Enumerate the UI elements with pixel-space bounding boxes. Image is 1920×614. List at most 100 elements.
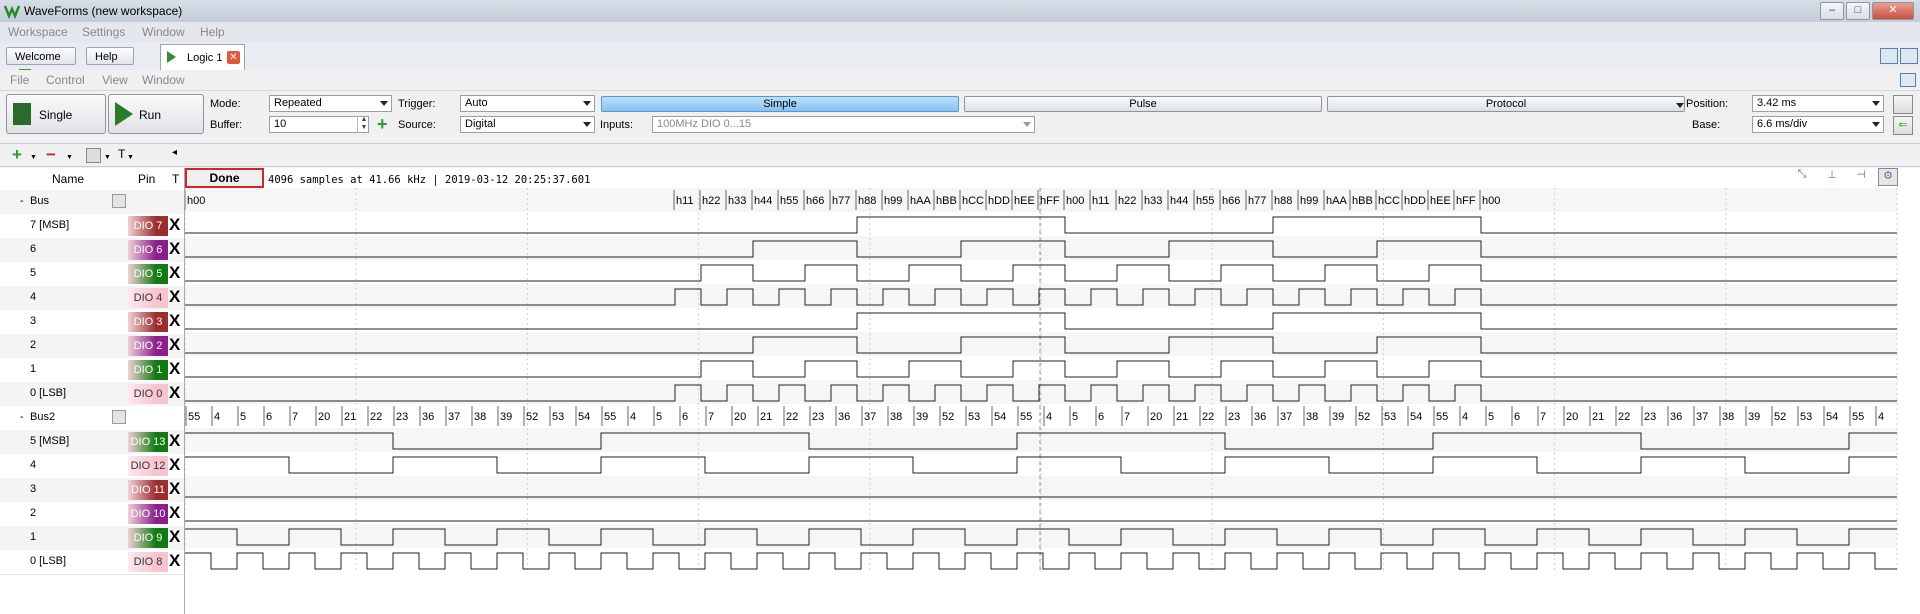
trigger-condition-x[interactable]: X bbox=[169, 527, 180, 547]
position-select[interactable]: 3.42 ms bbox=[1752, 95, 1884, 112]
measure-tool-icon[interactable]: ⊣ bbox=[1852, 168, 1870, 184]
menu-control[interactable]: Control bbox=[46, 73, 85, 87]
trigger-condition-x[interactable]: X bbox=[169, 239, 180, 259]
pin-badge: DIO 3 bbox=[128, 312, 168, 332]
bus2-value: 38 bbox=[890, 411, 902, 423]
channel-name: 2 bbox=[30, 339, 37, 351]
trigger-menu-icon[interactable]: T bbox=[118, 147, 125, 161]
menu-window[interactable]: Window bbox=[142, 25, 185, 39]
close-tab-icon[interactable]: ✕ bbox=[227, 51, 240, 64]
trigger-condition-x[interactable]: X bbox=[169, 383, 180, 403]
channel-name: 6 bbox=[30, 243, 37, 255]
tab-help[interactable]: Help bbox=[86, 47, 134, 65]
trigger-condition-x[interactable]: X bbox=[169, 335, 180, 355]
trigger-pulse-button[interactable]: Pulse bbox=[964, 96, 1322, 112]
menu-settings[interactable]: Settings bbox=[82, 25, 125, 39]
single-button[interactable]: Single bbox=[6, 94, 106, 134]
chevron-down-icon bbox=[583, 122, 591, 127]
bus2-value: 55 bbox=[604, 411, 616, 423]
menu-workspace[interactable]: Workspace bbox=[8, 25, 68, 39]
base-zoom-icon[interactable]: ⇐ bbox=[1893, 116, 1913, 135]
bus-collapse-toggle[interactable]: - bbox=[20, 411, 24, 423]
trigger-condition-x[interactable]: X bbox=[169, 311, 180, 331]
buffer-input[interactable]: 10 bbox=[269, 116, 369, 133]
add-buffer-icon[interactable]: + bbox=[377, 115, 388, 133]
bus-name: Bus2 bbox=[30, 411, 56, 423]
trigger-condition-x[interactable]: X bbox=[169, 551, 180, 571]
bus1-value: h11 bbox=[676, 195, 694, 207]
trigger-select[interactable]: Auto bbox=[460, 95, 595, 112]
pin-badge: DIO 10 bbox=[128, 504, 168, 524]
undock-icon[interactable] bbox=[1900, 73, 1916, 87]
bus1-value: hDD bbox=[988, 195, 1010, 207]
waveform-settings-icon[interactable]: ⚙ bbox=[1878, 168, 1898, 186]
trigger-condition-x[interactable]: X bbox=[169, 503, 180, 523]
position-reset-icon[interactable] bbox=[1893, 95, 1913, 114]
close-button[interactable]: ✕ bbox=[1872, 2, 1914, 20]
bus1-value: h11 bbox=[1092, 195, 1110, 207]
cursor-tool-icon[interactable]: ⤡ bbox=[1793, 168, 1811, 184]
bus1-value: hEE bbox=[1014, 195, 1035, 207]
maximize-button[interactable]: □ bbox=[1846, 2, 1870, 20]
bus1-value: h44 bbox=[754, 195, 772, 207]
scroll-left-icon[interactable]: ◂ bbox=[172, 147, 177, 158]
bus2-value: 38 bbox=[1722, 411, 1734, 423]
trigger-simple-button[interactable]: Simple bbox=[601, 96, 959, 112]
bus2-value: 4 bbox=[630, 411, 636, 423]
pin-badge: DIO 8 bbox=[128, 552, 168, 572]
bus2-value: 39 bbox=[1748, 411, 1760, 423]
menu-view[interactable]: View bbox=[102, 73, 128, 87]
trigger-condition-x[interactable]: X bbox=[169, 287, 180, 307]
remove-channel-icon[interactable]: − bbox=[46, 145, 56, 165]
channel-name: 4 bbox=[30, 291, 37, 303]
bus2-value: 20 bbox=[734, 411, 746, 423]
window-title: WaveForms (new workspace) bbox=[24, 4, 183, 18]
signal-row[interactable] bbox=[0, 190, 184, 215]
channel-name: 3 bbox=[30, 315, 37, 327]
buffer-spinner[interactable]: ▲ ▼ bbox=[357, 116, 370, 133]
restore-view-icon[interactable] bbox=[1880, 48, 1898, 64]
source-value: Digital bbox=[465, 118, 496, 130]
tab-welcome[interactable]: Welcome + bbox=[6, 47, 76, 81]
tab-logic-1[interactable]: Logic 1 ✕ bbox=[160, 44, 245, 70]
trigger-condition-x[interactable]: X bbox=[169, 263, 180, 283]
run-button[interactable]: Run bbox=[108, 94, 204, 134]
base-select[interactable]: 6.6 ms/div bbox=[1752, 116, 1884, 133]
bus2-value: 38 bbox=[1306, 411, 1318, 423]
bus-collapse-toggle[interactable]: - bbox=[20, 195, 24, 207]
pin-badge: DIO 7 bbox=[128, 216, 168, 236]
bus2-value: 5 bbox=[1072, 411, 1078, 423]
trigger-protocol-button[interactable]: Protocol bbox=[1327, 96, 1685, 112]
bus-settings-icon[interactable] bbox=[112, 194, 126, 208]
bus2-value: 4 bbox=[1462, 411, 1468, 423]
mode-select[interactable]: Repeated bbox=[269, 95, 392, 112]
buffer-value: 10 bbox=[274, 118, 287, 130]
mode-label: Mode: bbox=[210, 98, 241, 110]
signal-row[interactable] bbox=[0, 406, 184, 431]
menu-window-2[interactable]: Window bbox=[142, 73, 185, 87]
play-icon bbox=[167, 51, 176, 63]
bus-settings-icon[interactable] bbox=[112, 410, 126, 424]
channel-name: 0 [LSB] bbox=[30, 387, 67, 399]
column-pin-header: Pin bbox=[138, 172, 156, 186]
trigger-condition-x[interactable]: X bbox=[169, 359, 180, 379]
bus2-value: 21 bbox=[1176, 411, 1188, 423]
minimize-button[interactable]: – bbox=[1820, 2, 1844, 20]
zoom-tool-icon[interactable]: ⊥ bbox=[1823, 168, 1841, 184]
inputs-select[interactable]: 100MHz DIO 0...15 bbox=[652, 116, 1035, 133]
bus2-value: 53 bbox=[552, 411, 564, 423]
add-channel-icon[interactable]: + bbox=[12, 145, 22, 165]
trigger-condition-x[interactable]: X bbox=[169, 431, 180, 451]
trigger-protocol-label: Protocol bbox=[1485, 98, 1527, 110]
detach-view-icon[interactable] bbox=[1900, 48, 1918, 64]
pin-badge: DIO 1 bbox=[128, 360, 168, 380]
trigger-condition-x[interactable]: X bbox=[169, 479, 180, 499]
menu-file[interactable]: File bbox=[10, 73, 29, 87]
trigger-condition-x[interactable]: X bbox=[169, 455, 180, 475]
bus2-value: 6 bbox=[266, 411, 272, 423]
source-select[interactable]: Digital bbox=[460, 116, 595, 133]
channel-name: 2 bbox=[30, 507, 37, 519]
channel-settings-icon[interactable] bbox=[86, 148, 101, 163]
trigger-condition-x[interactable]: X bbox=[169, 215, 180, 235]
menu-help[interactable]: Help bbox=[200, 25, 225, 39]
